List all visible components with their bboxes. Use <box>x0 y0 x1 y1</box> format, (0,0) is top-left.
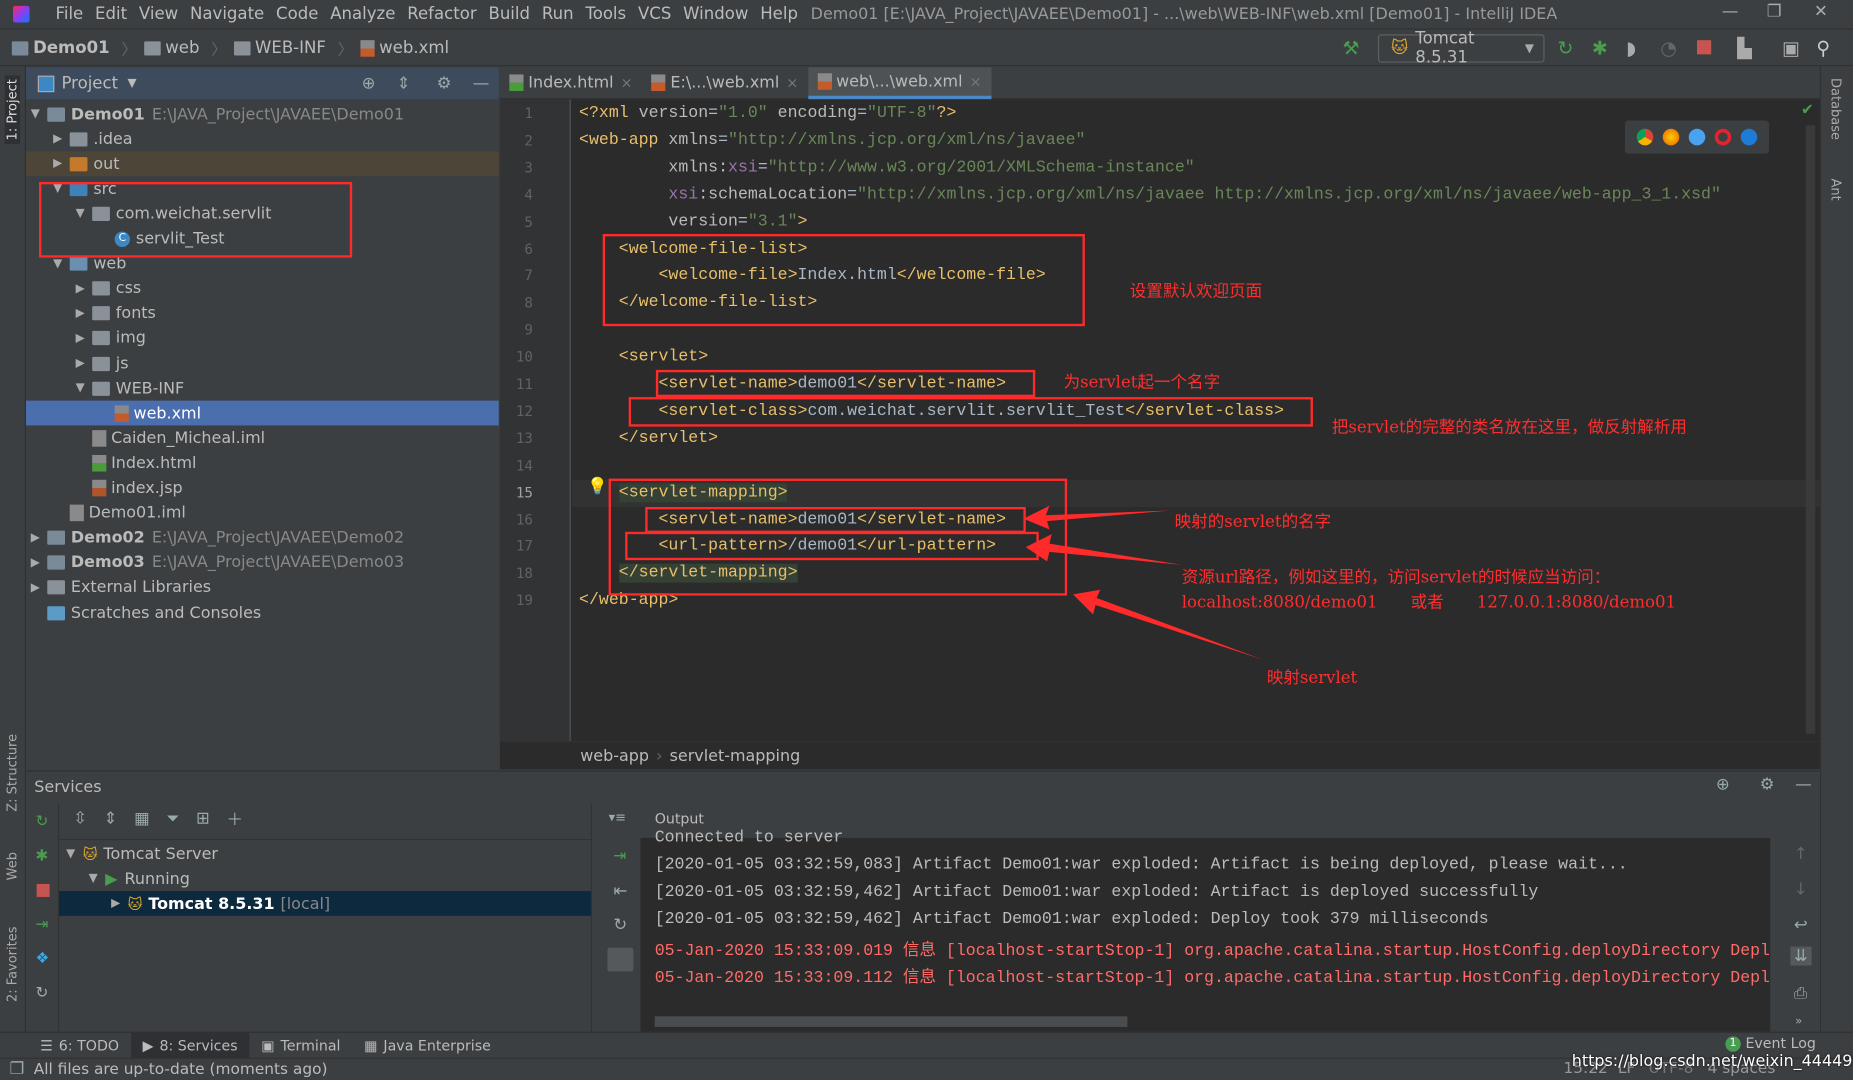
services-icon: ▶ <box>142 1036 154 1054</box>
arrow-to-servlet-mapping <box>1073 589 1263 660</box>
output-line: 05-Jan-2020 15:33:09.112 信息 [localhost-s… <box>654 969 1770 988</box>
todo-icon: ☰ <box>40 1036 53 1054</box>
update-icon[interactable]: ↻ <box>613 916 627 935</box>
bottom-tab-terminal[interactable]: ▣ Terminal <box>249 1032 352 1058</box>
output-line: 05-Jan-2020 15:33:09.019 信息 [localhost-s… <box>654 941 1770 961</box>
services-panel: Services ⊕ ⚙ — ↻ ✱ ⇥ ❖ ↻ ⇳ ⇕ ▦ ⏷ ⊞ ＋ ▼ 🐱 T… <box>25 770 1820 1033</box>
services-tree: ▼ 🐱 Tomcat Server ▼ ▶ Running ▶ 🐱 Tomcat 8.5.31[… <box>59 839 591 1033</box>
deploy-icon[interactable]: ⇥ <box>35 916 48 934</box>
bottom-tab-8-services[interactable]: ▶ 8: Services <box>130 1032 250 1059</box>
service-tree-item[interactable]: ▼ 🐱 Tomcat Server <box>59 841 591 866</box>
expand-all-icon[interactable]: ⇳ <box>73 810 87 829</box>
services-toolbar: ⇳ ⇕ ▦ ⏷ ⊞ ＋ <box>73 807 243 831</box>
java-enterprise-icon: ▦ <box>364 1036 378 1054</box>
undeploy-icon[interactable]: ⇤ <box>613 882 627 901</box>
output-line: [2020-01-05 03:32:59,083] Artifact Demo0… <box>654 855 1628 875</box>
collapse-all-icon[interactable]: ⇕ <box>104 810 118 829</box>
output-side-toolbar: ↑ ↓ ↩ ⇊ ⎙ » <box>1784 838 1819 1033</box>
output-label: Output <box>654 810 704 828</box>
more-icon[interactable]: » <box>1795 1015 1802 1028</box>
add-icon[interactable]: ＋ <box>226 807 243 831</box>
chevron-right-icon[interactable]: ▶ <box>111 897 128 910</box>
bottom-tab-6-todo[interactable]: ☰ 6: TODO <box>28 1032 130 1058</box>
horizontal-scrollbar[interactable] <box>654 1016 1128 1027</box>
rerun-icon[interactable]: ↻ <box>35 813 48 831</box>
download-icon[interactable] <box>607 947 634 972</box>
tomcat-icon: 🐱 <box>82 845 98 863</box>
bottom-tab-label: Java Enterprise <box>383 1036 491 1054</box>
service-label: Tomcat 8.5.31 <box>148 894 275 913</box>
editor-breadcrumb: web-app › servlet-mapping <box>499 740 1820 770</box>
bottom-tab-java-enterprise[interactable]: ▦ Java Enterprise <box>352 1032 502 1058</box>
service-suffix: [local] <box>280 894 331 913</box>
status-toggle-icon[interactable]: ❐ <box>9 1060 24 1079</box>
editor-crumb-servlet-mapping[interactable]: servlet-mapping <box>670 746 801 765</box>
bottom-tab-label: Terminal <box>280 1036 341 1054</box>
event-log-button[interactable]: 1 Event Log <box>1725 1035 1816 1052</box>
deploy-icon[interactable]: ⇥ <box>613 847 626 865</box>
event-log-label: Event Log <box>1745 1035 1816 1052</box>
status-message: All files are up-to-date (moments ago) <box>33 1060 328 1079</box>
tool-window-ant[interactable]: Ant <box>1828 178 1843 200</box>
service-label: Tomcat Server <box>103 844 218 864</box>
service-label: Running <box>124 869 190 889</box>
service-tree-item[interactable]: ▼ ▶ Running <box>59 866 591 891</box>
tool-window-database[interactable]: Database <box>1828 78 1843 140</box>
event-count-badge: 1 <box>1725 1035 1741 1052</box>
debug-icon[interactable]: ✱ <box>35 847 48 865</box>
output-console[interactable]: Connected to server [2020-01-05 03:32:59,… <box>640 828 1771 1033</box>
output-line: [2020-01-05 03:32:59,462] Artifact Demo0… <box>654 882 1539 902</box>
services-title: Services <box>34 777 102 797</box>
right-tool-strip: Database Ant <box>1819 66 1853 1032</box>
stop-icon[interactable] <box>36 883 50 897</box>
arrow-to-servlet-name <box>1023 505 1170 530</box>
running-icon: ▶ <box>105 869 118 889</box>
new-tab-icon[interactable]: ⊞ <box>196 810 210 829</box>
hide-icon[interactable]: — <box>1795 775 1812 794</box>
tomcat-icon: 🐱 <box>127 895 143 912</box>
ide-window: File Edit View Navigate Code Analyze Refactor B… <box>0 0 1853 1080</box>
arrow-up-icon[interactable]: ↑ <box>1794 845 1808 864</box>
output-toolbar: ▾≡ ⇥ ⇤ ↻ <box>590 803 641 1033</box>
output-line: [2020-01-05 03:32:59,462] Artifact Demo0… <box>654 909 1489 929</box>
arrow-down-icon[interactable]: ↓ <box>1794 880 1808 899</box>
arrow-to-url-pattern <box>1025 534 1182 565</box>
chevron-down-icon[interactable]: ▼ <box>66 847 83 860</box>
group-by-icon[interactable]: ▦ <box>134 810 150 829</box>
bottom-tab-label: 8: Services <box>159 1036 238 1054</box>
service-tree-item[interactable]: ▶ 🐱 Tomcat 8.5.31 [local] <box>59 891 591 916</box>
layout-icon[interactable]: ▾≡ <box>609 810 626 825</box>
output-line: Connected to server <box>654 828 844 848</box>
refresh-icon[interactable]: ↻ <box>35 984 48 1002</box>
print-icon[interactable]: ⎙ <box>1794 984 1807 1003</box>
soft-wrap-icon[interactable]: ↩ <box>1794 916 1808 935</box>
services-action-column: ↻ ✱ ⇥ ❖ ↻ <box>26 803 60 1033</box>
gear-icon[interactable]: ⚙ <box>1760 775 1775 794</box>
watermark: https://blog.csdn.net/weixin_44449518 <box>1571 1051 1853 1071</box>
editor-crumb-web-app[interactable]: web-app <box>580 746 649 765</box>
chevron-down-icon[interactable]: ▼ <box>89 872 106 885</box>
artifact-icon[interactable]: ❖ <box>35 950 49 968</box>
bottom-tab-label: 6: TODO <box>58 1036 120 1054</box>
filter-icon[interactable]: ⏷ <box>166 810 179 829</box>
status-bar: ❐ All files are up-to-date (moments ago)… <box>0 1052 1853 1080</box>
terminal-icon: ▣ <box>261 1036 275 1054</box>
scroll-to-end-icon[interactable]: ⇊ <box>1790 946 1812 966</box>
locate-icon[interactable]: ⊕ <box>1716 775 1730 794</box>
